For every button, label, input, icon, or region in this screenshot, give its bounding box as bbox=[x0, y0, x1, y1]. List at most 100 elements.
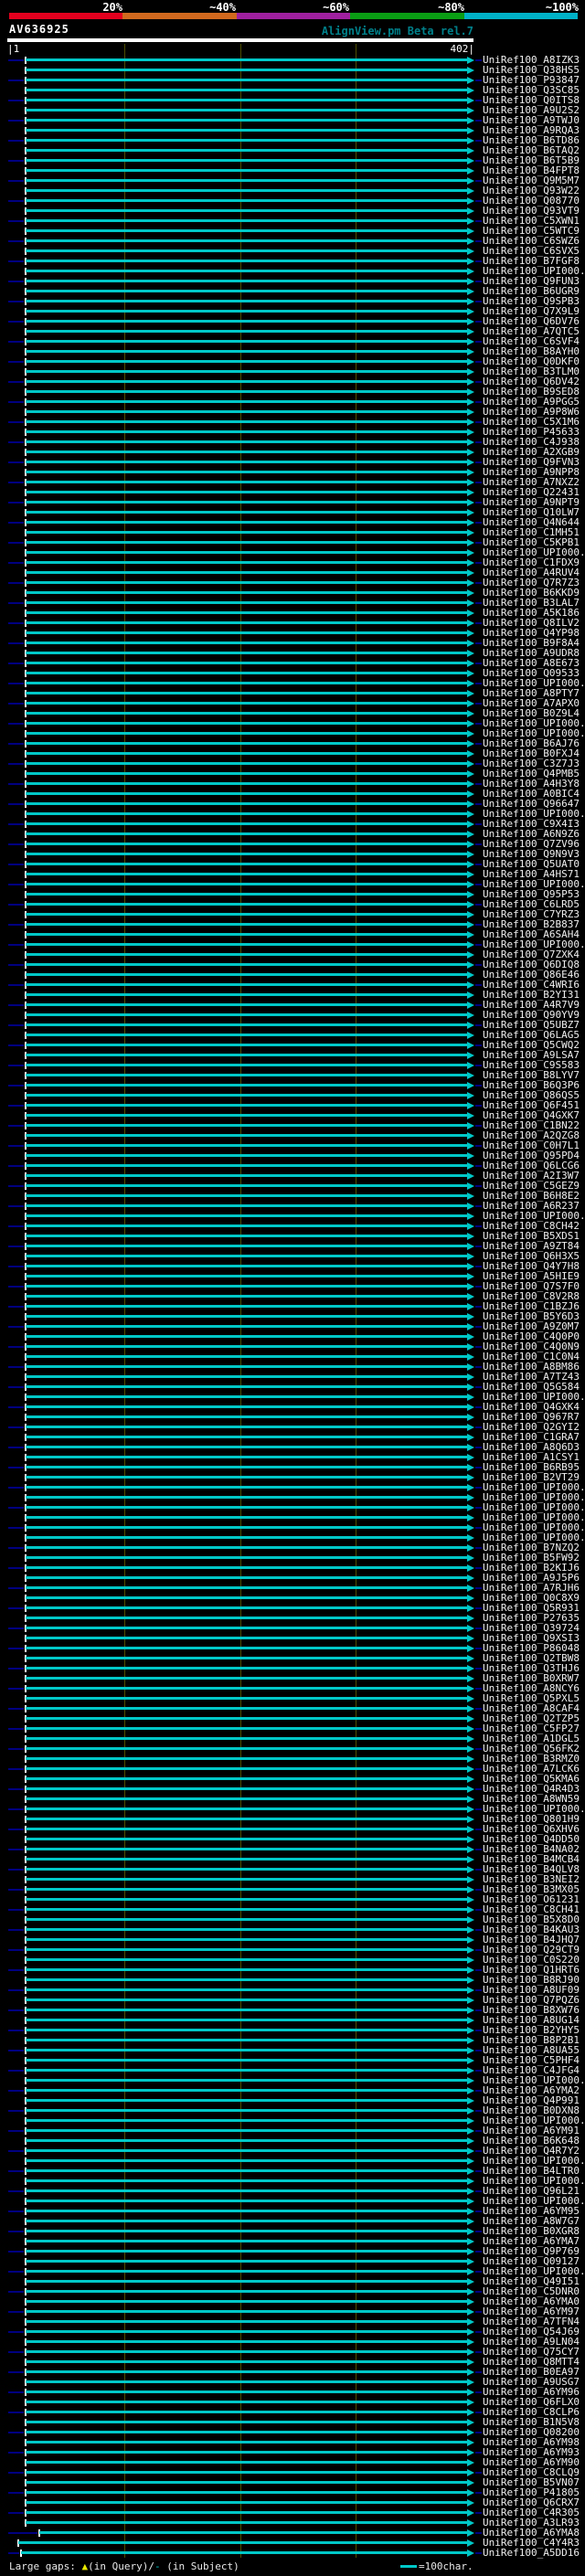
alignment-bar[interactable] bbox=[26, 1144, 467, 1147]
alignment-bar[interactable] bbox=[26, 2491, 467, 2494]
alignment-bar[interactable] bbox=[26, 1757, 467, 1760]
alignment-bar[interactable] bbox=[26, 179, 467, 182]
alignment-bar[interactable] bbox=[26, 1737, 467, 1740]
alignment-bar[interactable] bbox=[26, 993, 467, 996]
alignment-bar[interactable] bbox=[26, 1838, 467, 1840]
alignment-bar[interactable] bbox=[26, 1586, 467, 1589]
alignment-bar[interactable] bbox=[26, 1044, 467, 1046]
alignment-bar[interactable] bbox=[26, 2481, 467, 2484]
alignment-bar[interactable] bbox=[26, 2310, 467, 2313]
alignment-bar[interactable] bbox=[26, 1415, 467, 1418]
alignment-bar[interactable] bbox=[26, 2521, 467, 2524]
alignment-bar[interactable] bbox=[26, 2511, 467, 2514]
alignment-bar[interactable] bbox=[26, 2089, 467, 2092]
alignment-bar[interactable] bbox=[26, 219, 467, 222]
alignment-bar[interactable] bbox=[26, 1164, 467, 1167]
alignment-bar[interactable] bbox=[26, 1516, 467, 1519]
alignment-bar[interactable] bbox=[26, 2250, 467, 2253]
alignment-bar[interactable] bbox=[26, 863, 467, 865]
alignment-bar[interactable] bbox=[26, 712, 467, 715]
alignment-bar[interactable] bbox=[26, 1456, 467, 1458]
alignment-bar[interactable] bbox=[26, 1466, 467, 1468]
alignment-bar[interactable] bbox=[26, 471, 467, 473]
alignment-bar[interactable] bbox=[26, 270, 467, 272]
alignment-bar[interactable] bbox=[26, 370, 467, 373]
alignment-bar[interactable] bbox=[26, 571, 467, 574]
alignment-bar[interactable] bbox=[26, 430, 467, 433]
alignment-bar[interactable] bbox=[26, 2169, 467, 2172]
alignment-bar[interactable] bbox=[26, 621, 467, 624]
alignment-bar[interactable] bbox=[26, 451, 467, 453]
alignment-bar[interactable] bbox=[26, 762, 467, 765]
alignment-bar[interactable] bbox=[26, 722, 467, 725]
alignment-bar[interactable] bbox=[26, 2451, 467, 2454]
alignment-bar[interactable] bbox=[26, 832, 467, 835]
alignment-bar[interactable] bbox=[26, 1998, 467, 2001]
alignment-bar[interactable] bbox=[26, 923, 467, 926]
alignment-bar[interactable] bbox=[26, 2421, 467, 2423]
alignment-bar[interactable] bbox=[26, 1928, 467, 1931]
alignment-bar[interactable] bbox=[26, 1707, 467, 1710]
alignment-bar[interactable] bbox=[26, 229, 467, 232]
alignment-bar[interactable] bbox=[26, 1405, 467, 1408]
alignment-bar[interactable] bbox=[26, 2099, 467, 2102]
alignment-bar[interactable] bbox=[26, 1023, 467, 1026]
alignment-bar[interactable] bbox=[26, 983, 467, 986]
alignment-bar[interactable] bbox=[26, 2240, 467, 2242]
alignment-bar[interactable] bbox=[26, 873, 467, 875]
alignment-bar[interactable] bbox=[26, 2411, 467, 2413]
alignment-bar[interactable] bbox=[26, 1747, 467, 1750]
alignment-bar[interactable] bbox=[26, 2049, 467, 2051]
alignment-bar[interactable] bbox=[26, 2320, 467, 2323]
alignment-bar[interactable] bbox=[26, 1938, 467, 1941]
alignment-bar[interactable] bbox=[26, 1214, 467, 1217]
alignment-bar[interactable] bbox=[26, 1426, 467, 1428]
alignment-bar[interactable] bbox=[26, 249, 467, 252]
alignment-bar[interactable] bbox=[26, 290, 467, 292]
alignment-bar[interactable] bbox=[26, 1335, 467, 1338]
alignment-bar[interactable] bbox=[26, 2200, 467, 2202]
alignment-bar[interactable] bbox=[26, 1245, 467, 1247]
alignment-bar[interactable] bbox=[26, 692, 467, 694]
alignment-bar[interactable] bbox=[26, 2270, 467, 2273]
alignment-bar[interactable] bbox=[26, 2471, 467, 2474]
alignment-bar[interactable] bbox=[26, 2380, 467, 2383]
alignment-bar[interactable] bbox=[26, 1305, 467, 1308]
alignment-bar[interactable] bbox=[26, 2260, 467, 2263]
alignment-bar[interactable] bbox=[26, 802, 467, 805]
alignment-bar[interactable] bbox=[26, 501, 467, 504]
alignment-bar[interactable] bbox=[39, 2531, 467, 2534]
alignment-bar[interactable] bbox=[26, 2079, 467, 2082]
alignment-bar[interactable] bbox=[26, 2189, 467, 2192]
alignment-bar[interactable] bbox=[26, 752, 467, 755]
alignment-bar[interactable] bbox=[26, 129, 467, 132]
alignment-bar[interactable] bbox=[26, 2109, 467, 2112]
alignment-bar[interactable] bbox=[26, 1074, 467, 1076]
alignment-bar[interactable] bbox=[26, 1647, 467, 1649]
alignment-bar[interactable] bbox=[26, 672, 467, 674]
alignment-bar[interactable] bbox=[26, 843, 467, 845]
alignment-bar[interactable] bbox=[26, 1566, 467, 1569]
alignment-bar[interactable] bbox=[26, 1345, 467, 1348]
alignment-bar[interactable] bbox=[26, 58, 467, 61]
alignment-bar[interactable] bbox=[26, 1034, 467, 1036]
alignment-bar[interactable] bbox=[26, 1325, 467, 1328]
alignment-bar[interactable] bbox=[26, 1576, 467, 1579]
alignment-bar[interactable] bbox=[26, 772, 467, 775]
alignment-bar[interactable] bbox=[26, 822, 467, 825]
alignment-bar[interactable] bbox=[26, 511, 467, 514]
alignment-bar[interactable] bbox=[26, 69, 467, 71]
alignment-bar[interactable] bbox=[26, 1677, 467, 1680]
alignment-bar[interactable] bbox=[26, 2390, 467, 2393]
alignment-bar[interactable] bbox=[26, 390, 467, 393]
alignment-bar[interactable] bbox=[26, 2230, 467, 2232]
alignment-bar[interactable] bbox=[26, 149, 467, 152]
alignment-bar[interactable] bbox=[26, 883, 467, 885]
alignment-bar[interactable] bbox=[26, 853, 467, 855]
alignment-bar[interactable] bbox=[26, 2431, 467, 2433]
alignment-bar[interactable] bbox=[26, 2461, 467, 2464]
alignment-bar[interactable] bbox=[26, 631, 467, 634]
alignment-bar[interactable] bbox=[26, 1104, 467, 1107]
alignment-bar[interactable] bbox=[26, 732, 467, 735]
alignment-bar[interactable] bbox=[26, 2019, 467, 2021]
